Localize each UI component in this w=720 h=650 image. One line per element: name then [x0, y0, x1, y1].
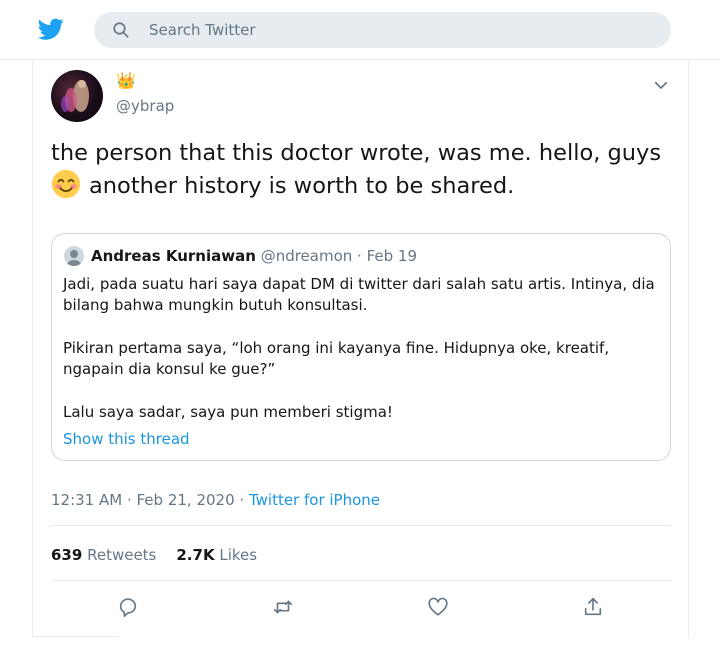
smiling-face-emoji-icon [51, 169, 81, 199]
chevron-down-icon[interactable] [652, 76, 670, 94]
top-bar [0, 0, 720, 60]
quoted-author-name: Andreas Kurniawan [91, 247, 256, 265]
quoted-paragraph: Lalu saya sadar, saya pun memberi stigma… [63, 403, 393, 421]
source-link[interactable]: Twitter for iPhone [249, 491, 380, 509]
twitter-bird-icon[interactable] [37, 16, 65, 42]
avatar-image [61, 80, 89, 112]
avatar[interactable] [51, 70, 103, 122]
divider [51, 580, 671, 581]
like-icon[interactable] [427, 596, 449, 618]
retweets-count: 639 [51, 546, 83, 564]
search-input[interactable] [149, 12, 649, 48]
tweet-stats: 639 Retweets 2.7K Likes [51, 546, 257, 564]
tweet-text-line-2: another history is worth to be shared. [51, 169, 671, 202]
user-handle[interactable]: @ybrap [116, 97, 174, 115]
share-icon[interactable] [582, 596, 604, 618]
quoted-tweet[interactable]: Andreas Kurniawan @ndreamon · Feb 19 Jad… [51, 233, 671, 461]
search-icon [113, 22, 129, 38]
likes-count: 2.7K [176, 546, 215, 564]
show-thread-link[interactable]: Show this thread [63, 430, 190, 448]
tweet-text: the person that this doctor wrote, was m… [51, 137, 671, 202]
timestamp[interactable]: 12:31 AM · Feb 21, 2020 · [51, 491, 244, 509]
quoted-header: Andreas Kurniawan @ndreamon · Feb 19 [91, 247, 417, 265]
divider [51, 525, 671, 526]
retweets-stat[interactable]: 639 Retweets [51, 546, 156, 564]
likes-label: Likes [219, 546, 258, 564]
bottom-divider [32, 636, 118, 637]
search-bar[interactable] [94, 12, 671, 48]
quoted-paragraph: Jadi, pada suatu hari saya dapat DM di t… [63, 275, 655, 314]
tweet-actions [33, 596, 690, 622]
retweet-icon[interactable] [272, 596, 294, 618]
tweet-text-line-1: the person that this doctor wrote, was m… [51, 140, 662, 166]
retweets-label: Retweets [87, 546, 157, 564]
quoted-author-meta: @ndreamon · Feb 19 [260, 247, 417, 265]
tweet-meta: 12:31 AM · Feb 21, 2020 · Twitter for iP… [51, 491, 380, 509]
tweet-card: 👑 @ybrap the person that this doctor wro… [32, 60, 689, 638]
likes-stat[interactable]: 2.7K Likes [176, 546, 257, 564]
quoted-avatar [64, 246, 84, 266]
quoted-body: Jadi, pada suatu hari saya dapat DM di t… [63, 274, 658, 423]
quoted-paragraph: Pikiran pertama saya, “loh orang ini kay… [63, 339, 610, 378]
tweet-text-line-2-text: another history is worth to be shared. [89, 173, 515, 199]
crown-emoji: 👑 [116, 71, 136, 90]
reply-icon[interactable] [117, 596, 139, 618]
